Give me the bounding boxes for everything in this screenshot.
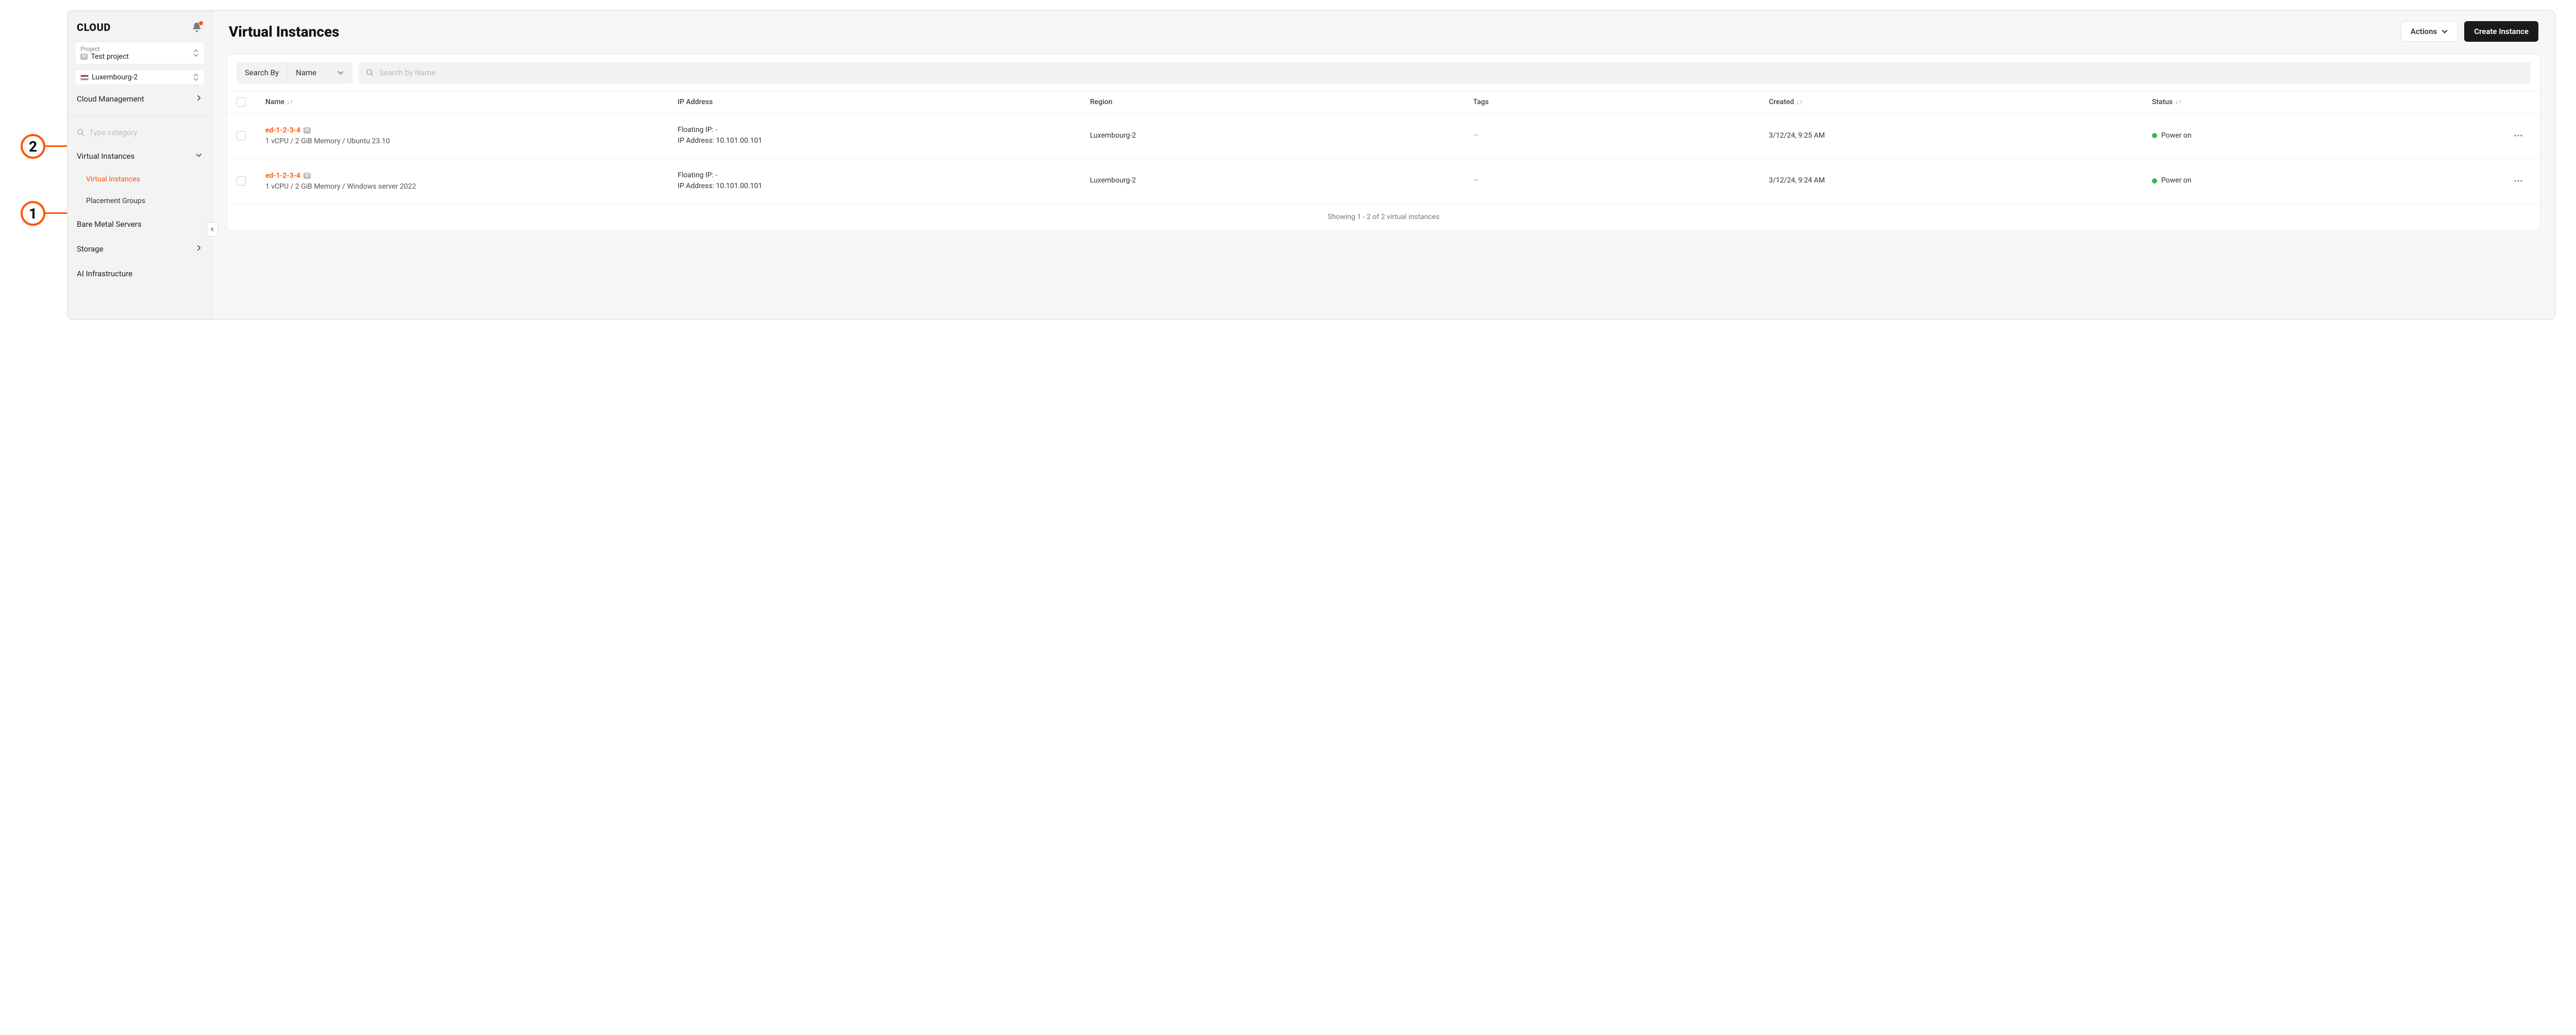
column-header-region[interactable]: Region [1090,98,1469,106]
floating-ip-value: Floating IP: - [677,170,1086,181]
search-input[interactable] [379,68,2523,77]
search-by-field-dropdown[interactable]: Name [287,62,352,84]
column-header-tags[interactable]: Tags [1473,98,1765,106]
annotation-2-badge: 2 [21,134,45,159]
sort-icon: ↓↑ [2175,98,2181,106]
luxembourg-flag-icon [80,75,89,80]
instance-name-link[interactable]: ed-1-2-3-4 ID [265,126,311,135]
more-horizontal-icon [2513,130,2523,141]
search-by-label: Search By [236,62,287,84]
column-header-ip[interactable]: IP Address [677,98,1086,106]
app-frame: CLOUD Project ID Test project [67,10,2555,320]
sidebar-subitem-placement-groups[interactable]: Placement Groups [75,192,205,210]
instances-card: Search By Name Name↓↑ IP Address Region [227,54,2540,231]
notification-dot-icon [198,21,204,26]
sidebar-item-bare-metal[interactable]: Bare Metal Servers [75,213,205,235]
search-icon [77,128,85,137]
table-row: ed-1-2-3-4 ID 1 vCPU / 2 GiB Memory / Ub… [227,113,2540,159]
instance-specs: 1 vCPU / 2 GiB Memory / Windows server 2… [265,182,673,192]
row-checkbox[interactable] [236,131,246,140]
row-actions-button[interactable] [2506,130,2531,141]
chevron-right-icon [195,244,202,254]
row-actions-button[interactable] [2506,176,2531,186]
notifications-button[interactable] [191,22,202,33]
select-all-checkbox[interactable] [236,97,246,107]
instances-table: Name↓↑ IP Address Region Tags Created↓↑ … [227,91,2540,230]
sidebar-item-storage[interactable]: Storage [75,238,205,260]
selector-chevrons-icon [193,73,199,81]
page-title: Virtual Instances [229,23,340,40]
chevron-down-icon [195,152,202,161]
actions-dropdown-button[interactable]: Actions [2401,21,2458,42]
sidebar-item-ai-infrastructure[interactable]: AI Infrastructure [75,263,205,285]
search-icon [366,69,374,77]
tags-value: — [1473,175,1765,186]
tags-value: — [1473,130,1765,141]
more-horizontal-icon [2513,176,2523,186]
create-instance-button[interactable]: Create Instance [2464,21,2538,42]
table-footer: Showing 1 - 2 of 2 virtual instances [227,204,2540,230]
chevron-down-icon [337,69,344,76]
sidebar-category-search-input[interactable] [89,128,202,137]
chevron-down-icon [2441,28,2448,35]
column-header-status[interactable]: Status↓↑ [2152,98,2502,106]
status-dot-icon [2152,133,2157,138]
table-header-row: Name↓↑ IP Address Region Tags Created↓↑ … [227,91,2540,113]
sidebar: CLOUD Project ID Test project [67,11,212,319]
region-value: Luxembourg-2 [1090,130,1469,141]
instance-name-link[interactable]: ed-1-2-3-4 ID [265,172,311,180]
sidebar-category-search[interactable] [75,123,205,142]
id-chip-icon: ID [80,54,88,60]
project-selector-value: Test project [91,53,129,61]
row-checkbox[interactable] [236,176,246,186]
sidebar-collapse-button[interactable] [207,222,218,237]
sidebar-subitem-virtual-instances[interactable]: Virtual Instances [75,170,205,189]
main-content: Virtual Instances Actions Create Instanc… [212,11,2555,319]
created-value: 3/12/24, 9:25 AM [1769,130,2148,141]
selector-chevrons-icon [193,49,199,57]
region-selector-value: Luxembourg-2 [92,73,138,81]
ip-address-value: IP Address: 10.101.00.101 [677,181,1086,192]
column-header-created[interactable]: Created↓↑ [1769,98,2148,106]
region-value: Luxembourg-2 [1090,175,1469,186]
sort-icon: ↓↑ [286,98,293,106]
annotation-layer: 2 1 [21,10,67,320]
column-header-name[interactable]: Name↓↑ [265,98,673,106]
status-value: Power on [2161,175,2192,186]
project-selector[interactable]: Project ID Test project [75,42,205,64]
chevron-right-icon [195,94,202,104]
id-chip-icon: ID [303,173,311,179]
brand-logo: CLOUD [77,21,111,34]
region-selector[interactable]: Luxembourg-2 [75,70,205,85]
ip-address-value: IP Address: 10.101.00.101 [677,136,1086,146]
table-row: ed-1-2-3-4 ID 1 vCPU / 2 GiB Memory / Wi… [227,159,2540,204]
search-input-container[interactable] [359,62,2531,84]
id-chip-icon: ID [303,127,311,133]
status-value: Power on [2161,130,2192,141]
sidebar-item-virtual-instances[interactable]: Virtual Instances [75,145,205,167]
annotation-1-badge: 1 [21,201,45,226]
status-dot-icon [2152,178,2157,183]
floating-ip-value: Floating IP: - [677,125,1086,136]
project-selector-label: Project [80,45,129,53]
sort-icon: ↓↑ [1796,98,1803,106]
instance-specs: 1 vCPU / 2 GiB Memory / Ubuntu 23.10 [265,137,673,147]
sidebar-item-cloud-management[interactable]: Cloud Management [75,88,205,110]
created-value: 3/12/24, 9:24 AM [1769,175,2148,186]
chevron-left-icon [210,227,215,232]
